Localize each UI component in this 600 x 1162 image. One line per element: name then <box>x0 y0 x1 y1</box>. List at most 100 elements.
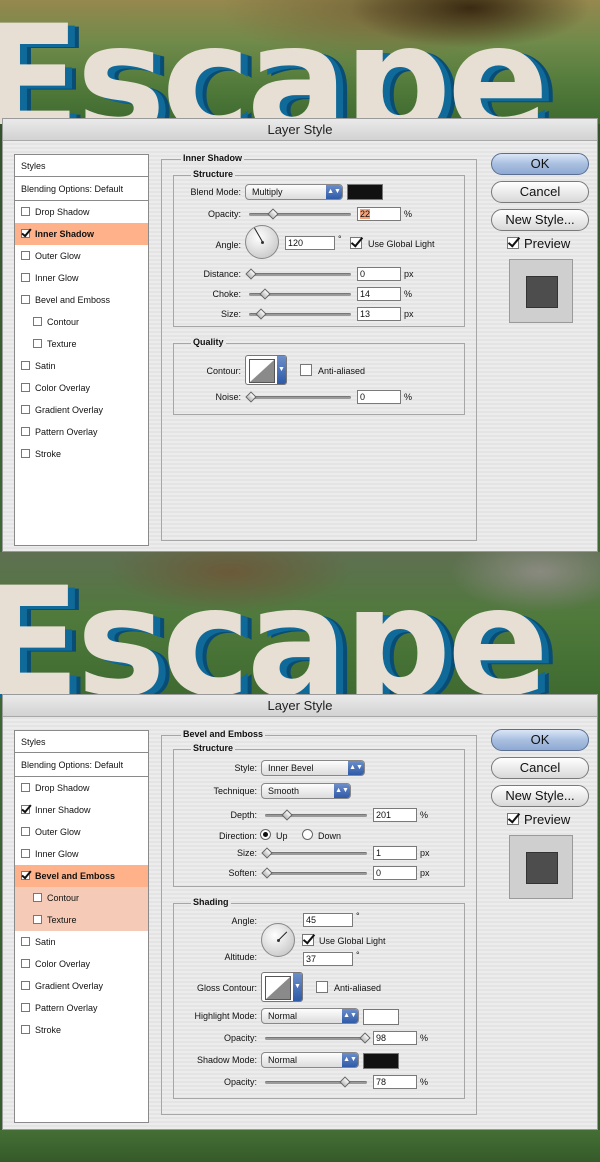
style-checkbox[interactable] <box>21 361 30 370</box>
style-checkbox[interactable] <box>21 251 30 260</box>
ok-button[interactable]: OK <box>491 729 589 751</box>
soften-field[interactable]: 0 <box>373 866 417 880</box>
size-field[interactable]: 1 <box>373 846 417 860</box>
style-item-outer-glow[interactable]: Outer Glow <box>15 821 148 843</box>
style-item-stroke[interactable]: Stroke <box>15 443 148 465</box>
style-checkbox[interactable] <box>21 783 30 792</box>
anti-aliased-checkbox[interactable] <box>300 364 312 376</box>
style-checkbox[interactable] <box>21 1003 30 1012</box>
size-slider[interactable] <box>249 308 351 320</box>
angle-field[interactable]: 45 <box>303 913 353 927</box>
style-checkbox[interactable] <box>21 805 30 814</box>
altitude-field[interactable]: 37 <box>303 952 353 966</box>
style-checkbox[interactable] <box>33 339 42 348</box>
opacity-field[interactable]: 22 <box>357 207 401 221</box>
style-checkbox[interactable] <box>21 207 30 216</box>
preview-checkbox[interactable] <box>507 237 519 249</box>
style-checkbox[interactable] <box>21 405 30 414</box>
style-item-bevel-and-emboss[interactable]: Bevel and Emboss <box>15 865 148 887</box>
highlight-opacity-slider[interactable] <box>265 1032 371 1044</box>
styles-header[interactable]: Styles <box>15 155 148 177</box>
highlight-opacity-field[interactable]: 98 <box>373 1031 417 1045</box>
style-item-inner-glow[interactable]: Inner Glow <box>15 843 148 865</box>
blend-mode-dropdown[interactable]: Multiply ▲▼ <box>245 184 343 200</box>
distance-slider[interactable] <box>245 268 351 280</box>
style-checkbox[interactable] <box>21 871 30 880</box>
style-checkbox[interactable] <box>21 449 30 458</box>
style-checkbox[interactable] <box>21 981 30 990</box>
style-item-pattern-overlay[interactable]: Pattern Overlay <box>15 421 148 443</box>
style-checkbox[interactable] <box>21 827 30 836</box>
shadow-opacity-slider[interactable] <box>265 1076 367 1088</box>
blending-options-item[interactable]: Blending Options: Default <box>15 177 148 201</box>
contour-picker[interactable]: ▼ <box>245 355 287 385</box>
style-item-inner-glow[interactable]: Inner Glow <box>15 267 148 289</box>
shadow-color-swatch[interactable] <box>363 1053 399 1069</box>
style-checkbox[interactable] <box>21 427 30 436</box>
angle-field[interactable]: 120 <box>285 236 335 250</box>
style-item-drop-shadow[interactable]: Drop Shadow <box>15 777 148 799</box>
style-item-color-overlay[interactable]: Color Overlay <box>15 953 148 975</box>
style-checkbox[interactable] <box>21 383 30 392</box>
style-item-gradient-overlay[interactable]: Gradient Overlay <box>15 399 148 421</box>
shadow-mode-dropdown[interactable]: Normal ▲▼ <box>261 1052 359 1068</box>
style-checkbox[interactable] <box>33 915 42 924</box>
noise-field[interactable]: 0 <box>357 390 401 404</box>
style-checkbox[interactable] <box>21 229 30 238</box>
style-item-stroke[interactable]: Stroke <box>15 1019 148 1041</box>
angle-dial[interactable] <box>261 923 295 957</box>
style-checkbox[interactable] <box>21 295 30 304</box>
soften-slider[interactable] <box>261 867 367 879</box>
size-slider[interactable] <box>261 847 367 859</box>
direction-down-radio[interactable] <box>302 829 313 840</box>
distance-field[interactable]: 0 <box>357 267 401 281</box>
shadow-opacity-field[interactable]: 78 <box>373 1075 417 1089</box>
direction-up-radio[interactable] <box>260 829 271 840</box>
angle-dial[interactable] <box>245 225 279 259</box>
style-item-bevel-and-emboss[interactable]: Bevel and Emboss <box>15 289 148 311</box>
style-checkbox[interactable] <box>21 959 30 968</box>
style-dropdown[interactable]: Inner Bevel ▲▼ <box>261 760 365 776</box>
new-style-button[interactable]: New Style... <box>491 785 589 807</box>
style-item-satin[interactable]: Satin <box>15 355 148 377</box>
style-checkbox[interactable] <box>21 1025 30 1034</box>
style-item-contour[interactable]: Contour <box>15 887 148 909</box>
style-item-satin[interactable]: Satin <box>15 931 148 953</box>
use-global-light-checkbox[interactable] <box>302 934 314 946</box>
depth-slider[interactable] <box>265 809 367 821</box>
style-item-contour[interactable]: Contour <box>15 311 148 333</box>
technique-dropdown[interactable]: Smooth ▲▼ <box>261 783 351 799</box>
style-item-texture[interactable]: Texture <box>15 909 148 931</box>
cancel-button[interactable]: Cancel <box>491 757 589 779</box>
gloss-contour-picker[interactable]: ▼ <box>261 972 303 1002</box>
depth-field[interactable]: 201 <box>373 808 417 822</box>
style-item-color-overlay[interactable]: Color Overlay <box>15 377 148 399</box>
blending-options-item[interactable]: Blending Options: Default <box>15 753 148 777</box>
style-checkbox[interactable] <box>21 273 30 282</box>
style-checkbox[interactable] <box>21 849 30 858</box>
style-item-pattern-overlay[interactable]: Pattern Overlay <box>15 997 148 1019</box>
preview-checkbox[interactable] <box>507 813 519 825</box>
styles-header[interactable]: Styles <box>15 731 148 753</box>
style-checkbox[interactable] <box>33 317 42 326</box>
style-item-inner-shadow[interactable]: Inner Shadow <box>15 799 148 821</box>
highlight-color-swatch[interactable] <box>363 1009 399 1025</box>
shadow-color-swatch[interactable] <box>347 184 383 200</box>
style-item-gradient-overlay[interactable]: Gradient Overlay <box>15 975 148 997</box>
new-style-button[interactable]: New Style... <box>491 209 589 231</box>
style-item-drop-shadow[interactable]: Drop Shadow <box>15 201 148 223</box>
opacity-slider[interactable] <box>249 208 351 220</box>
choke-field[interactable]: 14 <box>357 287 401 301</box>
use-global-light-checkbox[interactable] <box>350 237 362 249</box>
noise-slider[interactable] <box>245 391 351 403</box>
anti-aliased-checkbox[interactable] <box>316 981 328 993</box>
choke-slider[interactable] <box>249 288 351 300</box>
style-item-outer-glow[interactable]: Outer Glow <box>15 245 148 267</box>
style-checkbox[interactable] <box>33 893 42 902</box>
style-checkbox[interactable] <box>21 937 30 946</box>
cancel-button[interactable]: Cancel <box>491 181 589 203</box>
style-item-texture[interactable]: Texture <box>15 333 148 355</box>
ok-button[interactable]: OK <box>491 153 589 175</box>
style-item-inner-shadow[interactable]: Inner Shadow <box>15 223 148 245</box>
size-field[interactable]: 13 <box>357 307 401 321</box>
